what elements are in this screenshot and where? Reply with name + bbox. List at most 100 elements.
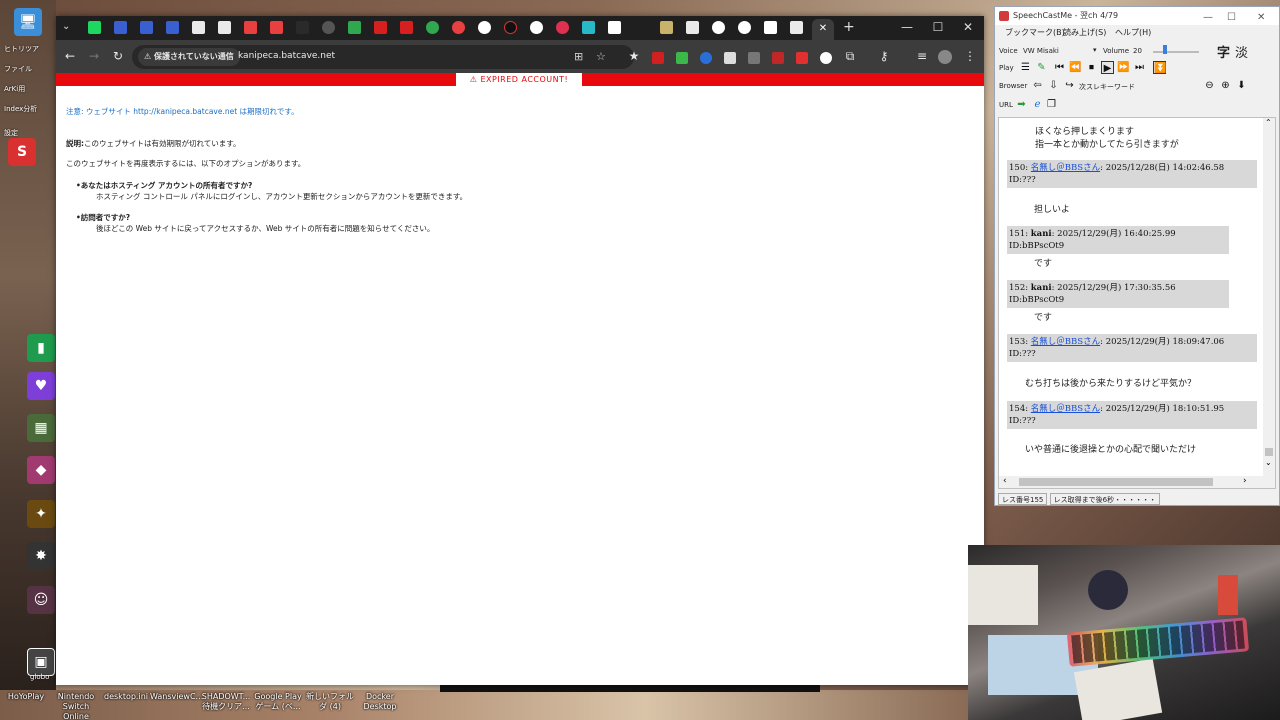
close-button[interactable]: ✕: [958, 20, 978, 34]
ie-icon[interactable]: ℯ: [1031, 98, 1044, 111]
sidepanel-icon[interactable]: ≡: [914, 49, 930, 63]
url-text[interactable]: kanipeca.batcave.net: [238, 51, 335, 61]
tab-favicon[interactable]: [712, 21, 725, 34]
rewind-icon[interactable]: ⏪: [1069, 61, 1082, 74]
tab-favicon[interactable]: [218, 21, 231, 34]
menu-help[interactable]: ヘルプ(H): [1115, 27, 1151, 38]
extension-icon[interactable]: [676, 52, 688, 64]
password-key-icon[interactable]: ⚷: [876, 49, 892, 63]
extension-icon[interactable]: [772, 52, 784, 64]
volume-slider[interactable]: [1153, 51, 1199, 53]
download-icon[interactable]: ⬇: [1235, 79, 1248, 92]
extension-icon[interactable]: [748, 52, 760, 64]
tab-favicon[interactable]: [608, 21, 621, 34]
game-app-icon[interactable]: ◆: [27, 456, 55, 484]
shortcut-nintendo[interactable]: Nintendo Switch Online: [50, 692, 102, 720]
tab-favicon[interactable]: [790, 21, 803, 34]
tab-favicon[interactable]: [738, 21, 751, 34]
tab-favicon[interactable]: [530, 21, 543, 34]
sc-minimize-button[interactable]: —: [1203, 9, 1213, 27]
copy-icon[interactable]: ❐: [1045, 98, 1058, 111]
tab-favicon[interactable]: [296, 21, 309, 34]
tab-favicon[interactable]: [348, 21, 361, 34]
extension-icon[interactable]: [820, 52, 832, 64]
computer-icon[interactable]: 🖥: [14, 8, 42, 36]
tab-favicon[interactable]: [582, 21, 595, 34]
shortcut-wansview[interactable]: WansviewC...: [150, 692, 203, 702]
scroll-thumb[interactable]: [1265, 448, 1273, 456]
extension-icon[interactable]: [724, 52, 736, 64]
nav-back-icon[interactable]: ⇦: [1031, 79, 1044, 92]
photo-app-icon[interactable]: ▦: [27, 414, 55, 442]
tab-favicon[interactable]: [452, 21, 465, 34]
zoom-out-icon[interactable]: ⊖: [1203, 79, 1216, 92]
pencil-icon[interactable]: ✎: [1035, 61, 1048, 74]
shortcut-hoyoplay[interactable]: HoYoPlay: [0, 692, 52, 702]
reload-icon[interactable]: ↻: [110, 49, 126, 63]
scroll-left-icon[interactable]: ‹: [1003, 476, 1007, 486]
tab-favicon[interactable]: [114, 21, 127, 34]
avatar-app-icon[interactable]: ☺: [27, 586, 55, 614]
log-vertical-scrollbar[interactable]: ⌃ ⌄: [1263, 118, 1275, 488]
shortcut-google-play[interactable]: Google Play ゲーム (ベ...: [252, 692, 304, 712]
voice-select[interactable]: VW Misaki: [1023, 47, 1059, 55]
tab-favicon[interactable]: [270, 21, 283, 34]
scroll-up-icon[interactable]: ⌃: [1265, 118, 1272, 127]
sc-close-button[interactable]: ✕: [1257, 9, 1265, 27]
char-glyph[interactable]: 字: [1217, 42, 1230, 61]
skip-last-icon[interactable]: ⏭: [1133, 61, 1146, 74]
hscroll-thumb[interactable]: [1019, 478, 1213, 486]
pinned-star-icon[interactable]: ★: [626, 49, 642, 63]
forward-icon[interactable]: ⏩: [1117, 61, 1130, 74]
thread-search-label[interactable]: 次スレキーワード: [1079, 82, 1135, 92]
subtitle-app-icon[interactable]: S: [8, 138, 36, 166]
stop-icon[interactable]: ⏹: [1085, 61, 1098, 74]
scroll-down-icon[interactable]: ⌄: [1265, 458, 1272, 467]
tab-favicon[interactable]: [426, 21, 439, 34]
tab-favicon[interactable]: [400, 21, 413, 34]
tab-favicon[interactable]: [166, 21, 179, 34]
back-arrow-icon[interactable]: ←: [62, 49, 78, 63]
address-bar[interactable]: ⚠ 保護されていない通信 kanipeca.batcave.net ⊞ ☆: [132, 45, 634, 69]
extension-icon[interactable]: [652, 52, 664, 64]
menu-kebab-icon[interactable]: ⋮: [962, 49, 978, 63]
profile-avatar[interactable]: [938, 50, 952, 64]
tab-favicon[interactable]: [244, 21, 257, 34]
extension-icon[interactable]: [796, 52, 808, 64]
tab-favicon[interactable]: [764, 21, 777, 34]
tab-search-icon[interactable]: ⌄: [62, 21, 70, 32]
shortcut-desktop-ini[interactable]: desktop.ini: [100, 692, 152, 702]
tab-favicon[interactable]: [140, 21, 153, 34]
heart-app-icon[interactable]: ♥: [27, 372, 55, 400]
skip-first-icon[interactable]: ⏮: [1053, 61, 1066, 74]
bookmark-app-icon[interactable]: ▮: [27, 334, 55, 362]
tab-favicon[interactable]: [660, 21, 673, 34]
play-icon[interactable]: ▶: [1101, 61, 1114, 74]
voice-dropdown-icon[interactable]: ▾: [1093, 46, 1097, 54]
volume-slider-thumb[interactable]: [1163, 45, 1167, 54]
forward-arrow-icon[interactable]: →: [86, 49, 102, 63]
shortcut-shadow[interactable]: SHADOWT... 待機クリア...: [200, 692, 252, 712]
new-tab-button[interactable]: +: [843, 19, 855, 35]
tab-favicon[interactable]: [478, 21, 491, 34]
scroll-bottom-icon[interactable]: ⏬: [1153, 61, 1166, 74]
minimize-button[interactable]: —: [897, 20, 917, 34]
log-horizontal-scrollbar[interactable]: ‹ ›: [999, 476, 1263, 488]
tab-favicon[interactable]: [556, 21, 569, 34]
bookmark-star-icon[interactable]: ☆: [596, 50, 606, 63]
game3-app-icon[interactable]: ✸: [27, 542, 55, 570]
translate-icon[interactable]: ⊞: [574, 50, 583, 63]
menu-bookmark[interactable]: ブックマーク(B): [1005, 27, 1065, 38]
extensions-puzzle-icon[interactable]: ⧉: [842, 49, 858, 64]
extension-icon[interactable]: [700, 52, 712, 64]
zoom-in-icon[interactable]: ⊕: [1219, 79, 1232, 92]
tab-favicon[interactable]: [686, 21, 699, 34]
tab-favicon[interactable]: [374, 21, 387, 34]
nav-jump-icon[interactable]: ↪: [1063, 79, 1076, 92]
poster-name-link[interactable]: 名無し＠BBSさん: [1031, 404, 1100, 414]
tab-favicon[interactable]: [88, 21, 101, 34]
sc-maximize-button[interactable]: ☐: [1227, 9, 1236, 27]
tone-glyph[interactable]: 淡: [1235, 42, 1248, 61]
maximize-button[interactable]: ☐: [928, 20, 948, 34]
poster-name-link[interactable]: 名無し＠BBSさん: [1031, 337, 1100, 347]
